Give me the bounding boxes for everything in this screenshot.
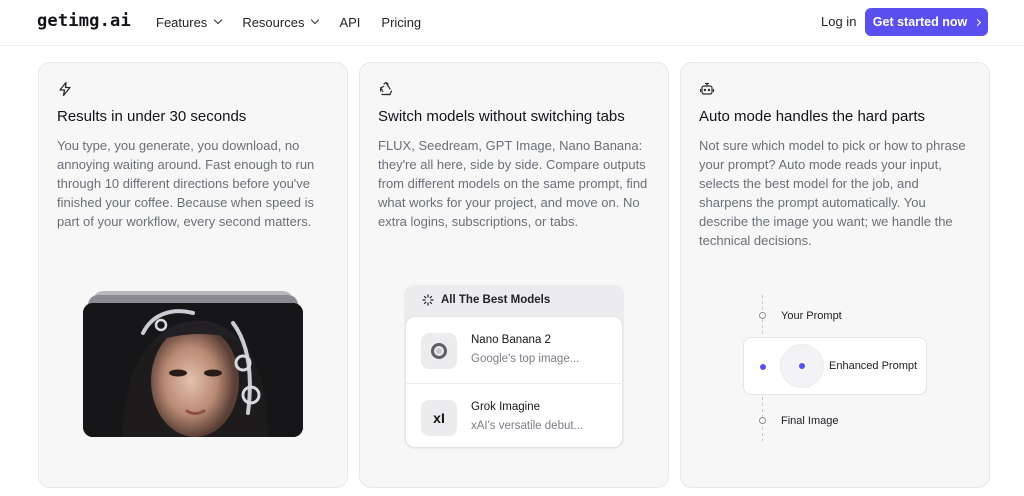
model-subtitle: xAI's versatile debut...: [471, 420, 584, 432]
model-name: Grok Imagine: [471, 401, 541, 413]
portrait-illustration: [83, 303, 303, 437]
chevron-down-icon: [214, 15, 223, 25]
nav-pricing[interactable]: Pricing: [381, 15, 421, 30]
google-ring-icon: [431, 343, 447, 359]
feature-card-models: Switch models without switching tabs FLU…: [359, 62, 669, 488]
nav-api[interactable]: API: [339, 15, 360, 30]
card-description: Not sure which model to pick or how to p…: [699, 138, 966, 248]
nav-features-label: Features: [156, 14, 208, 30]
enhanced-prompt-box: Enhanced Prompt: [743, 337, 927, 395]
card-description: FLUX, Seedream, GPT Image, Nano Banana: …: [378, 138, 648, 229]
get-started-label: Get started now: [872, 15, 968, 29]
models-panel-header: All The Best Models: [404, 285, 624, 315]
sparkle-icon: [422, 294, 434, 306]
card-title: Switch models without switching tabs: [378, 108, 625, 125]
models-panel-heading: All The Best Models: [441, 294, 551, 306]
models-list: Nano Banana 2 Google's top image... xI G…: [405, 316, 624, 449]
card-title: Auto mode handles the hard parts: [699, 108, 925, 125]
nav-features[interactable]: Features: [156, 14, 223, 30]
robot-icon: [699, 82, 715, 95]
xai-logo-icon: xI: [421, 400, 457, 436]
enhance-node: [780, 344, 824, 388]
feature-card-auto-mode: Auto mode handles the hard parts Not sur…: [680, 62, 990, 488]
chevron-down-icon: [311, 15, 320, 25]
logo[interactable]: getimg.ai: [37, 11, 131, 31]
login-link[interactable]: Log in: [821, 14, 856, 29]
nav-api-label: API: [339, 14, 361, 30]
site-header: getimg.ai Features Resources API Pricing…: [0, 0, 1024, 46]
sample-portrait-image: [83, 303, 303, 437]
nav-pricing-label: Pricing: [381, 14, 422, 30]
flow-step-final-image: Final Image: [781, 415, 839, 427]
flow-step-enhanced-prompt: Enhanced Prompt: [829, 360, 918, 372]
card-description: You type, you generate, you download, no…: [57, 138, 315, 229]
flow-step-active-dot: [760, 364, 766, 370]
chevron-right-icon: [974, 18, 982, 26]
feature-card-speed: Results in under 30 seconds You type, yo…: [38, 62, 348, 488]
models-panel: All The Best Models Nano Banana 2 Google…: [404, 285, 624, 449]
nav-resources-label: Resources: [242, 14, 305, 30]
model-item-nano-banana[interactable]: Nano Banana 2 Google's top image...: [406, 317, 624, 383]
get-started-button[interactable]: Get started now: [865, 8, 988, 36]
lightning-icon: [59, 81, 71, 97]
main-nav: Features Resources API Pricing: [156, 0, 442, 44]
card-title: Results in under 30 seconds: [57, 108, 247, 125]
sample-image-stack: [83, 291, 303, 439]
flow-step-dot: [759, 312, 766, 319]
flow-step-dot: [759, 417, 766, 424]
model-subtitle: Google's top image...: [471, 353, 580, 365]
recycle-icon: [379, 81, 393, 96]
model-item-grok-imagine[interactable]: xI Grok Imagine xAI's versatile debut...: [406, 383, 624, 449]
enhance-node-dot: [799, 363, 805, 369]
nano-banana-logo-icon: [421, 333, 457, 369]
nav-resources[interactable]: Resources: [242, 14, 320, 30]
model-name: Nano Banana 2: [471, 334, 551, 346]
flow-step-your-prompt: Your Prompt: [781, 310, 842, 322]
